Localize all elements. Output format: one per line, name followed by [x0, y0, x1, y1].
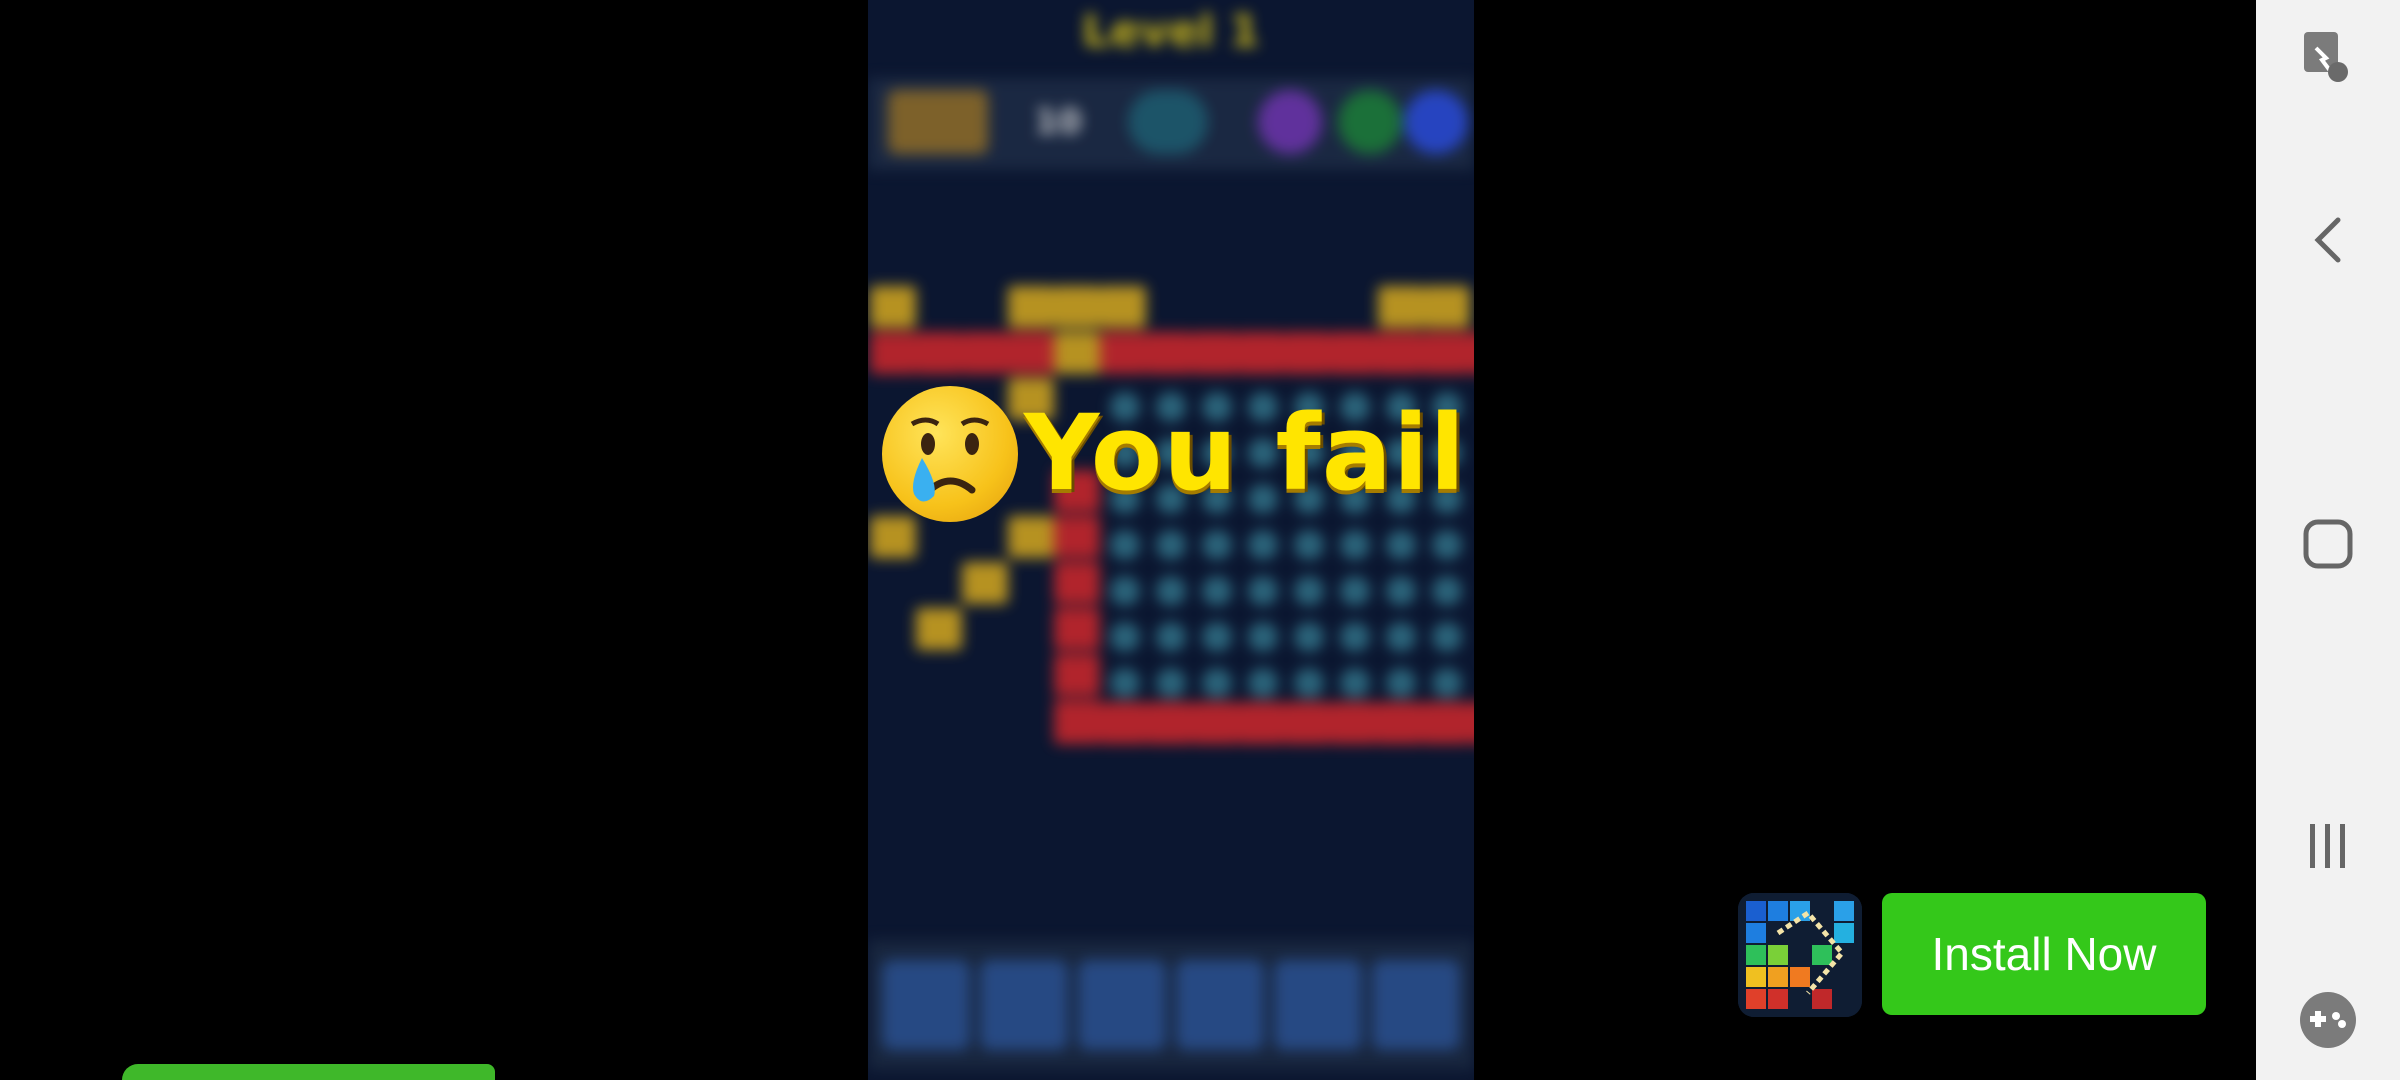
rocket-icon — [882, 960, 970, 1050]
target-dot — [1156, 530, 1186, 560]
target-dot — [1248, 530, 1278, 560]
red-brick — [1146, 332, 1192, 374]
yellow-brick — [1378, 286, 1424, 328]
red-brick — [1100, 332, 1146, 374]
red-brick — [1054, 608, 1100, 650]
target-dot — [1202, 530, 1232, 560]
magic-wand-icon — [1258, 90, 1322, 154]
ufo-icon — [980, 960, 1068, 1050]
game-background-blurred: Level 1 10 — [868, 0, 1474, 1080]
target-dot — [1248, 622, 1278, 652]
red-brick — [1330, 702, 1376, 744]
bricks-counter-icon — [888, 90, 988, 154]
red-brick — [1468, 332, 1474, 374]
target-dot — [1248, 668, 1278, 698]
target-dot — [1294, 622, 1324, 652]
red-brick — [1008, 332, 1054, 374]
touch-mode-icon[interactable] — [2278, 8, 2378, 108]
target-dot — [1156, 668, 1186, 698]
yellow-brick — [916, 608, 962, 650]
recents-icon[interactable] — [2278, 796, 2378, 896]
target-dot — [1340, 622, 1370, 652]
target-dot — [1110, 622, 1140, 652]
fail-message: You fail! — [1024, 392, 1474, 514]
yellow-brick — [1054, 286, 1100, 328]
red-brick — [870, 332, 916, 374]
game-view[interactable]: Level 1 10 You fail! — [868, 0, 1474, 1080]
target-dot — [1432, 530, 1462, 560]
red-brick — [1054, 702, 1100, 744]
target-dot — [1432, 668, 1462, 698]
ad-progress-fill — [122, 1064, 495, 1080]
game-tools-icon[interactable] — [2278, 970, 2378, 1070]
lightning-icon — [1128, 90, 1208, 154]
red-brick — [1468, 702, 1474, 744]
block-icon — [1372, 960, 1460, 1050]
fail-banner: You fail! — [868, 380, 1474, 530]
ad-progress-bar — [122, 1064, 696, 1080]
map-icon — [1274, 960, 1362, 1050]
clock-icon — [1078, 960, 1166, 1050]
target-dot — [1156, 576, 1186, 606]
red-brick — [1376, 332, 1422, 374]
bomb-icon — [1176, 960, 1264, 1050]
red-brick — [1284, 332, 1330, 374]
red-brick — [1054, 562, 1100, 604]
powerup-tray — [868, 940, 1474, 1070]
target-dot — [1202, 576, 1232, 606]
target-dot — [1432, 576, 1462, 606]
red-brick — [1238, 332, 1284, 374]
target-dot — [1386, 668, 1416, 698]
system-navigation-bar — [2256, 0, 2400, 1080]
target-dot — [1202, 668, 1232, 698]
red-brick — [1146, 702, 1192, 744]
red-brick — [1330, 332, 1376, 374]
pause-icon — [1404, 90, 1468, 154]
target-dot — [1294, 668, 1324, 698]
yellow-brick — [1054, 332, 1100, 374]
red-brick — [916, 332, 962, 374]
brick-playfield — [868, 170, 1474, 940]
yellow-brick — [1008, 286, 1054, 328]
install-now-button[interactable]: Install Now — [1882, 893, 2206, 1015]
brick-game-app-icon[interactable] — [1738, 893, 1862, 1017]
yellow-brick — [1100, 286, 1146, 328]
red-brick — [1376, 702, 1422, 744]
target-dot — [1248, 576, 1278, 606]
target-dot — [1386, 530, 1416, 560]
target-dot — [1432, 622, 1462, 652]
red-brick — [962, 332, 1008, 374]
target-dot — [1340, 576, 1370, 606]
level-title: Level 1 — [1082, 6, 1260, 57]
red-brick — [1238, 702, 1284, 744]
game-hud: 10 — [868, 78, 1474, 170]
target-dot — [1386, 622, 1416, 652]
target-dot — [1110, 530, 1140, 560]
target-dot — [1202, 622, 1232, 652]
red-brick — [1284, 702, 1330, 744]
target-dot — [1110, 668, 1140, 698]
target-dot — [1294, 530, 1324, 560]
target-dot — [1386, 576, 1416, 606]
yellow-brick — [1424, 286, 1470, 328]
home-icon[interactable] — [2278, 494, 2378, 594]
target-dot — [1110, 576, 1140, 606]
red-brick — [1192, 702, 1238, 744]
target-dot — [1294, 576, 1324, 606]
target-dot — [1340, 530, 1370, 560]
red-brick — [1422, 332, 1468, 374]
red-brick — [1422, 702, 1468, 744]
target-dot — [1340, 668, 1370, 698]
crying-face-icon — [882, 386, 1018, 522]
target-dot — [1156, 622, 1186, 652]
back-icon[interactable] — [2278, 190, 2378, 290]
yellow-brick — [962, 562, 1008, 604]
red-brick — [1100, 702, 1146, 744]
red-brick — [1054, 654, 1100, 696]
red-brick — [1192, 332, 1238, 374]
bulb-icon — [1338, 90, 1402, 154]
yellow-brick — [870, 286, 916, 328]
score-value: 10 — [1034, 102, 1082, 142]
